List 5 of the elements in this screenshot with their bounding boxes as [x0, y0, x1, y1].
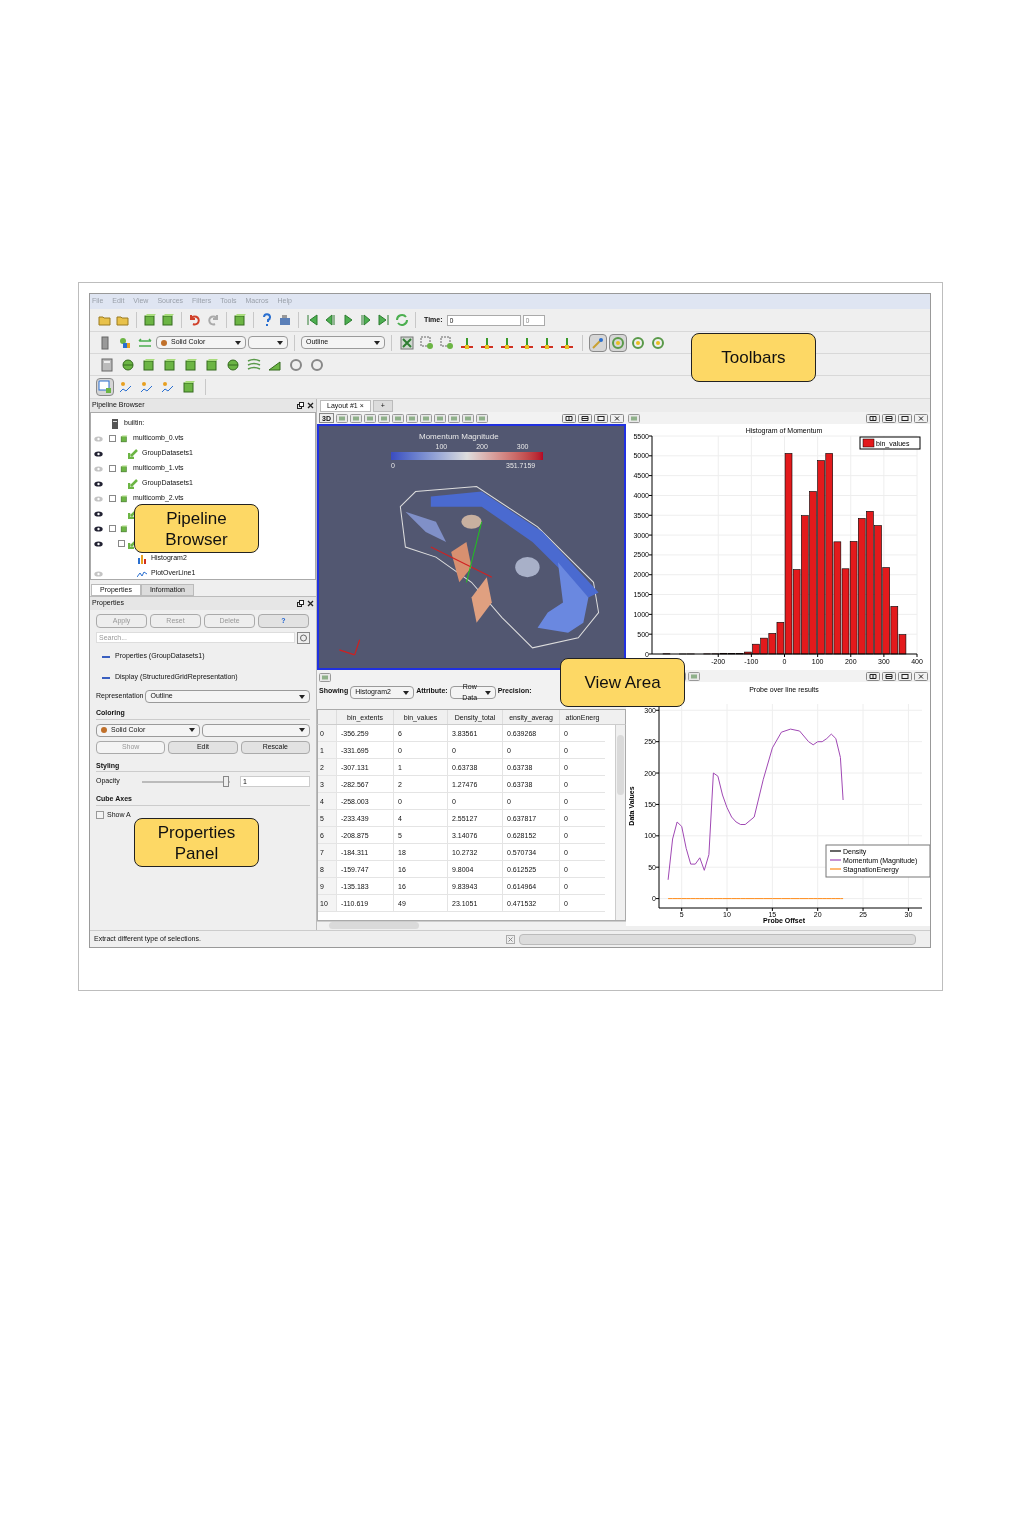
callout: Pipeline Browser	[134, 504, 259, 553]
callout: View Area	[560, 658, 685, 707]
callout: Properties Panel	[134, 818, 259, 867]
callout: Toolbars	[691, 333, 816, 382]
legend-title: Momentum Magnitude	[419, 431, 499, 443]
